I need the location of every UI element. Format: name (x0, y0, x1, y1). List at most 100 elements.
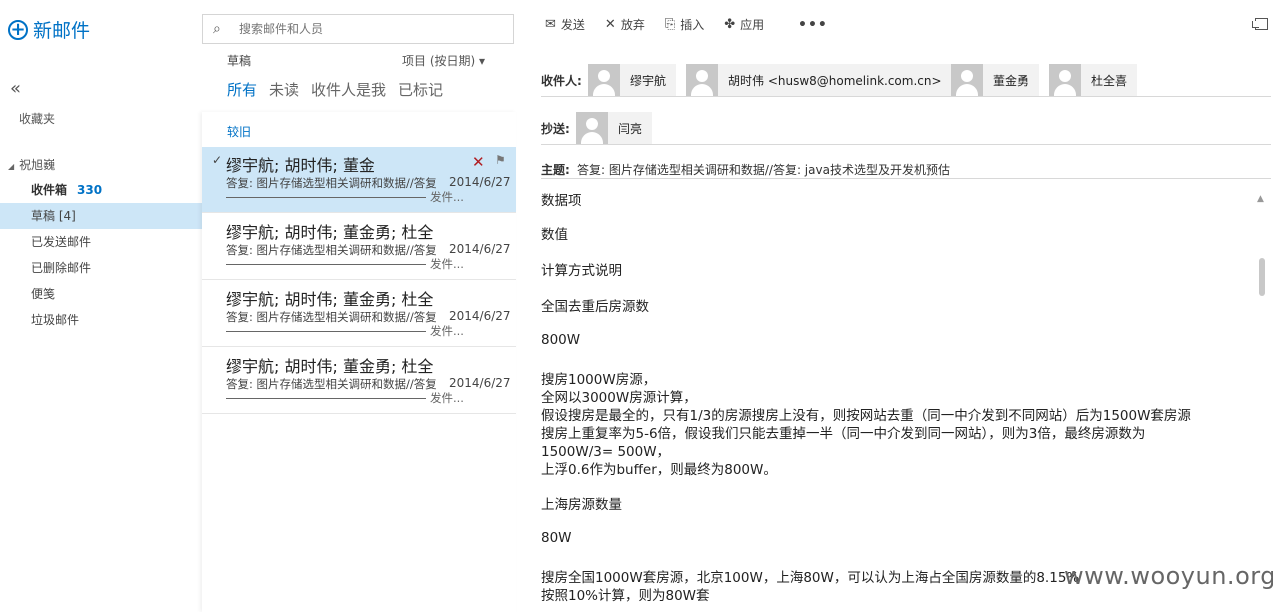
message-from: 缪宇航; 胡时伟; 董金勇; 杜全喜 (226, 156, 374, 175)
sort-dropdown[interactable]: 项目 (按日期) ▾ (402, 52, 485, 69)
message-subject: 答复: 图片存储选型相关调研和数据//答复: java技术选型及开发机预估 (226, 243, 436, 257)
message-from: 缪宇航; 胡时伟; 董金勇; 杜全喜 (226, 223, 434, 242)
scroll-up-arrow-icon[interactable]: ▲ (1257, 194, 1264, 204)
check-icon: ✓ (212, 153, 223, 167)
recipient-name: 缪宇航 (630, 73, 667, 88)
body-line: 搜房上重复率为5-6倍，假设我们只能去重掉一半（同一中介发到同一网站），则为3倍… (541, 426, 1146, 442)
send-icon: ✉ (545, 17, 556, 32)
avatar-icon (1049, 64, 1081, 96)
send-button[interactable]: ✉ 发送 (545, 16, 585, 33)
body-line: 按照10%计算，则为80W套 (541, 588, 710, 604)
account-name: 祝旭巍 (19, 158, 56, 172)
filter-all[interactable]: 所有 (227, 79, 257, 100)
collapse-pane-button[interactable]: « (10, 78, 21, 99)
popout-icon[interactable] (1252, 18, 1268, 30)
body-line: 数据项 (541, 193, 582, 209)
avatar-icon (686, 64, 718, 96)
message-preview-more: 发件... (430, 257, 464, 271)
apps-label: 应用 (740, 18, 765, 32)
send-label: 发送 (560, 18, 585, 32)
new-mail-button[interactable]: + 新邮件 (8, 16, 90, 43)
folder-drafts[interactable]: 草稿 [4] (0, 203, 202, 229)
recipient-name: 杜全喜 (1091, 73, 1128, 88)
new-mail-label: 新邮件 (33, 20, 91, 42)
recipient-name: 董金勇 (993, 73, 1030, 88)
message-preview-more: 发件... (430, 190, 464, 204)
subject-divider (541, 178, 1271, 179)
separator-line (226, 197, 426, 198)
folder-pane: + 新邮件 « 收藏夹 ◢ 祝旭巍 收件箱 330 草稿 [4] 已发送邮件 已删除… (0, 0, 202, 607)
folder-label: 垃圾邮件 (31, 313, 80, 327)
insert-button[interactable]: ⎘ 插入 (665, 16, 704, 33)
list-folder-title: 草稿 (227, 54, 252, 68)
message-preview-more: 发件... (430, 391, 464, 405)
recipient-chip[interactable]: 缪宇航 (588, 64, 677, 96)
message-item[interactable]: 缪宇航; 胡时伟; 董金勇; 杜全喜 答复: 图片存储选型相关调研和数据//答复… (202, 281, 516, 347)
body-line: 数值 (541, 227, 568, 243)
search-input[interactable] (237, 21, 501, 37)
recipient-chip[interactable]: 董金勇 (951, 64, 1040, 96)
message-item[interactable]: ✓ 缪宇航; 胡时伟; 董金勇; 杜全喜 ✕ ⚑ 答复: 图片存储选型相关调研和… (202, 147, 516, 213)
message-subject: 答复: 图片存储选型相关调研和数据//答复: java技术选型及开发机预估 (226, 176, 436, 190)
body-line: 800W (541, 332, 581, 348)
folder-label: 便笺 (31, 287, 56, 301)
folder-sent[interactable]: 已发送邮件 (0, 229, 202, 255)
search-icon: ⌕ (213, 21, 221, 37)
subject-field[interactable]: 答复: 图片存储选型相关调研和数据//答复: java技术选型及开发机预估 (577, 161, 950, 178)
message-item[interactable]: 缪宇航; 胡时伟; 董金勇; 杜全喜 答复: 图片存储选型相关调研和数据//答复… (202, 214, 516, 280)
discard-button[interactable]: ✕ 放弃 (605, 16, 645, 33)
to-divider (541, 96, 1271, 97)
recipient-name: 胡时伟 <husw8@homelink.com.cn> (728, 73, 942, 88)
folder-inbox[interactable]: 收件箱 330 (0, 177, 202, 203)
delete-icon[interactable]: ✕ (472, 153, 485, 171)
discard-label: 放弃 (620, 18, 645, 32)
body-line: 上浮0.6作为buffer，则最终为800W。 (541, 462, 777, 478)
filter-tabs: 所有 未读 收件人是我 已标记 (227, 79, 443, 100)
message-from: 缪宇航; 胡时伟; 董金勇; 杜全喜 (226, 357, 434, 376)
body-line: 计算方式说明 (541, 263, 622, 279)
watermark: www.wooyun.org (1064, 562, 1273, 590)
more-options-button[interactable]: ••• (798, 17, 828, 33)
favorites-header[interactable]: 收藏夹 (19, 110, 55, 127)
message-date: 2014/6/27 (449, 242, 511, 256)
message-subject: 答复: 图片存储选型相关调研和数据//答复: java技术选型及开发机预估 (226, 310, 436, 324)
message-date: 2014/6/27 (449, 175, 511, 189)
filter-flagged[interactable]: 已标记 (398, 79, 443, 100)
folder-junk[interactable]: 垃圾邮件 (0, 307, 202, 333)
folder-label: 已发送邮件 (31, 235, 92, 249)
body-line: 假设搜房是最全的，只有1/3的房源搜房上没有，则按网站去重（同一中介发到不同网站… (541, 408, 1191, 424)
unread-count: 330 (77, 183, 103, 197)
flag-icon[interactable]: ⚑ (495, 153, 506, 167)
avatar-icon (588, 64, 620, 96)
account-header[interactable]: ◢ 祝旭巍 (8, 156, 55, 173)
avatar-icon (576, 112, 608, 144)
search-box[interactable]: ⌕ (202, 14, 514, 44)
recipient-name: 闫亮 (618, 121, 643, 136)
folder-deleted[interactable]: 已删除邮件 (0, 255, 202, 281)
body-line: 1500W/3= 500W， (541, 444, 671, 460)
scrollbar-thumb[interactable] (1259, 258, 1265, 296)
body-line: 全网以3000W房源计算， (541, 390, 697, 406)
apps-button[interactable]: ✤ 应用 (724, 16, 764, 33)
separator-line (226, 264, 426, 265)
insert-label: 插入 (680, 18, 705, 32)
filter-unread[interactable]: 未读 (269, 79, 299, 100)
message-list-pane: ⌕ 草稿 项目 (按日期) ▾ 所有 未读 收件人是我 已标记 较旧 ✓ 缪宇航… (202, 0, 516, 607)
message-preview-more: 发件... (430, 324, 464, 338)
puzzle-icon: ✤ (724, 17, 736, 32)
folder-notes[interactable]: 便笺 (0, 281, 202, 307)
message-item[interactable]: 缪宇航; 胡时伟; 董金勇; 杜全喜 答复: 图片存储选型相关调研和数据//答复… (202, 348, 516, 414)
plus-circle-icon: + (8, 19, 28, 40)
recipient-chip[interactable]: 杜全喜 (1049, 64, 1138, 96)
recipient-chip[interactable]: 胡时伟 <husw8@homelink.com.cn> (686, 64, 952, 96)
filter-to-me[interactable]: 收件人是我 (311, 79, 386, 100)
folder-label: 收件箱 (31, 183, 68, 197)
body-line: 搜房全国1000W套房源，北京100W，上海80W，可以认为上海占全国房源数量的… (541, 570, 1080, 586)
close-icon: ✕ (604, 17, 616, 32)
separator-line (226, 398, 426, 399)
message-date: 2014/6/27 (449, 309, 511, 323)
avatar-icon (951, 64, 983, 96)
message-date: 2014/6/27 (449, 376, 511, 390)
folder-label: 草稿 [4] (31, 209, 76, 223)
cc-recipient-chip[interactable]: 闫亮 (576, 112, 653, 144)
